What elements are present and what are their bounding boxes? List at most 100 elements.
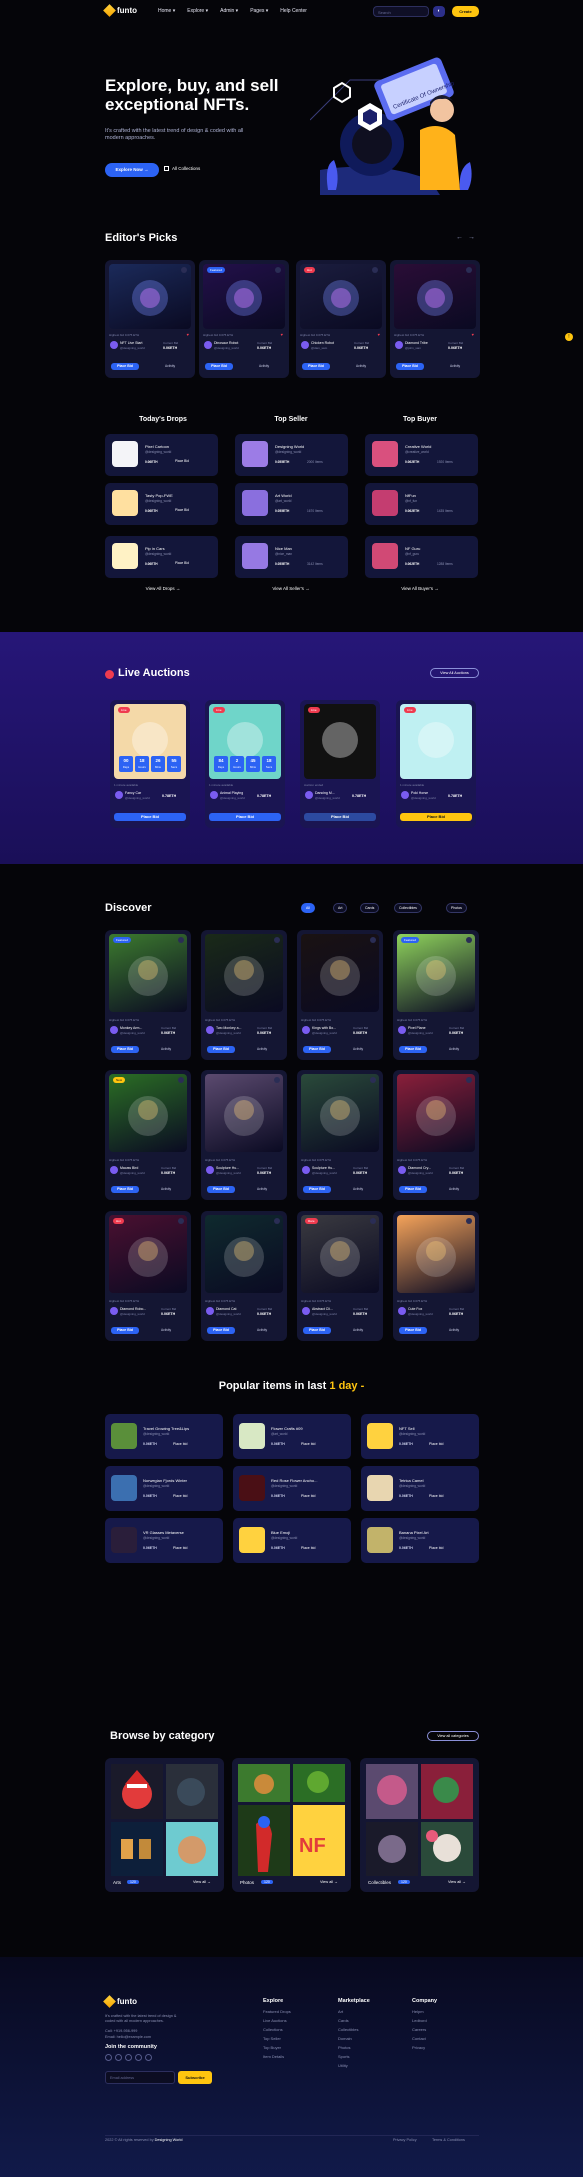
place-bid-link[interactable]: Place Bid <box>175 508 189 512</box>
explore-now-button[interactable]: Explore Now → <box>105 163 159 177</box>
activity-link[interactable]: Activity <box>449 1047 459 1051</box>
twitter-icon[interactable] <box>115 2054 122 2061</box>
activity-link[interactable]: Activity <box>449 1187 459 1191</box>
buyers-row[interactable]: NF Guru @nf_guru 0.062ETH 1288 Items <box>365 536 478 578</box>
nav-pages[interactable]: Pages ▾ <box>250 8 268 14</box>
nav-home[interactable]: Home ▾ <box>158 8 175 14</box>
buyers-row[interactable]: NfFun @nf_fun 0.062ETH 1435 Items <box>365 483 478 525</box>
more-icon[interactable] <box>372 267 378 273</box>
discover-card[interactable]: Rare Highest bid 0.075 ETH Abstract Cli...… <box>297 1211 383 1341</box>
activity-link[interactable]: Activity <box>449 1328 459 1332</box>
auction-card[interactable]: Live 84 Days 2 Hours 45 Mins 18 Secs 1 minute ava… <box>205 700 285 828</box>
activity-link[interactable]: Activity <box>257 1328 267 1332</box>
footer-link[interactable]: Top Buyer <box>263 2045 291 2050</box>
popular-item[interactable]: Travel Growing Tree&Lips @designing_world… <box>105 1414 223 1459</box>
more-icon[interactable] <box>466 1218 472 1224</box>
create-button[interactable]: Create <box>452 6 479 17</box>
more-icon[interactable] <box>370 1077 376 1083</box>
heart-icon[interactable]: ♥ <box>472 332 474 337</box>
view-all-categories-button[interactable]: View all categories <box>427 1731 479 1741</box>
place-bid-button[interactable]: Place Bid <box>304 813 376 821</box>
footer-link[interactable]: Collections <box>263 2027 291 2032</box>
auction-card[interactable]: Live Auction ended Dancing M... @designing_… <box>300 700 380 828</box>
place-bid-button[interactable]: Place Bid <box>114 813 186 821</box>
popular-item[interactable]: Blue Emoji @designing_world 0.06ETH Place b… <box>233 1518 351 1563</box>
place-bid-button[interactable]: Place Bid <box>303 1327 331 1334</box>
more-icon[interactable] <box>370 937 376 943</box>
view-all-auctions-button[interactable]: View All Auctions <box>430 668 479 678</box>
linkedin-icon[interactable] <box>135 2054 142 2061</box>
discover-card[interactable]: Highest bid 0.075 ETH Kings with Bo... @de… <box>297 930 383 1060</box>
discover-card[interactable]: Highest bid 0.075 ETH Cute Fox @designing_… <box>393 1211 479 1341</box>
sellers-row[interactable]: Nice Man @nice_man 0.055ETH 3142 Items <box>235 536 348 578</box>
view-all-sellers-link[interactable]: View All Seller's → <box>243 586 339 591</box>
more-icon[interactable] <box>466 937 472 943</box>
place-bid-button[interactable]: Place Bid <box>207 1327 235 1334</box>
discover-card[interactable]: Hot Highest bid 0.075 ETH Diamond Robo... @… <box>105 1211 191 1341</box>
place-bid-button[interactable]: Place Bid <box>400 813 472 821</box>
footer-link[interactable]: Privacy <box>412 2045 437 2050</box>
place-bid-link[interactable]: Place bid <box>429 1546 443 1550</box>
footer-link[interactable]: Sports <box>338 2054 370 2059</box>
filter-cards[interactable]: Cards <box>360 903 380 913</box>
place-bid-button[interactable]: Place Bid <box>399 1186 427 1193</box>
activity-link[interactable]: Activity <box>259 364 269 368</box>
place-bid-button[interactable]: Place Bid <box>207 1046 235 1053</box>
side-badge-icon[interactable]: ! <box>565 333 573 341</box>
discover-card[interactable]: Featured Highest bid 0.075 ETH Pixel Plane… <box>393 930 479 1060</box>
place-bid-link[interactable]: Place bid <box>301 1546 315 1550</box>
place-bid-button[interactable]: Place Bid <box>111 363 139 370</box>
activity-link[interactable]: Activity <box>165 364 175 368</box>
more-icon[interactable] <box>466 267 472 273</box>
category-card-collectibles[interactable]: Collectibles 120 View all → <box>360 1758 479 1892</box>
facebook-icon[interactable] <box>105 2054 112 2061</box>
footer-link[interactable]: Careers <box>412 2027 437 2032</box>
place-bid-button[interactable]: Place Bid <box>111 1327 139 1334</box>
footer-link[interactable]: Featured Drops <box>263 2009 291 2014</box>
place-bid-link[interactable]: Place bid <box>173 1546 187 1550</box>
more-icon[interactable] <box>178 1218 184 1224</box>
nft-card[interactable]: Hot Highest bid 0.075 ETH ♥ Chicken Robot @d… <box>296 260 386 378</box>
activity-link[interactable]: Activity <box>161 1047 171 1051</box>
popular-item[interactable]: Banana Pixel Art @designing_world 0.06ETH P… <box>361 1518 479 1563</box>
sellers-row[interactable]: Art World @art_world 0.055ETH 1670 Items <box>235 483 348 525</box>
activity-link[interactable]: Activity <box>353 1328 363 1332</box>
place-bid-link[interactable]: Place Bid <box>175 459 189 463</box>
more-icon[interactable] <box>178 937 184 943</box>
place-bid-link[interactable]: Place bid <box>301 1442 315 1446</box>
nft-card[interactable]: Highest bid 0.075 ETH ♥ Diamond Tribe @john… <box>390 260 480 378</box>
category-card-arts[interactable]: Arts 120 View all → <box>105 1758 224 1892</box>
footer-link[interactable]: Helpm <box>412 2009 437 2014</box>
activity-link[interactable]: Activity <box>353 1187 363 1191</box>
instagram-icon[interactable] <box>125 2054 132 2061</box>
popular-item[interactable]: Tetrica Camel @designing_world 0.06ETH Plac… <box>361 1466 479 1511</box>
search-input[interactable]: Search <box>373 6 429 17</box>
more-icon[interactable] <box>274 1218 280 1224</box>
place-bid-button[interactable]: Place Bid <box>209 813 281 821</box>
more-icon[interactable] <box>181 267 187 273</box>
view-all-drops-link[interactable]: View All Drops → <box>115 586 211 591</box>
more-icon[interactable] <box>274 1077 280 1083</box>
popular-item[interactable]: NFT Sell @designing_world 0.06ETH Place bid <box>361 1414 479 1459</box>
drops-row[interactable]: Tasty Pop-FWE @designing_world 0.06ETH Plac… <box>105 483 218 525</box>
place-bid-button[interactable]: Place Bid <box>207 1186 235 1193</box>
footer-link[interactable]: Collectibles <box>338 2027 370 2032</box>
footer-link[interactable]: Ledbord <box>412 2018 437 2023</box>
auction-card[interactable]: Live 1 minute available Poki Horse @designi… <box>396 700 476 828</box>
more-icon[interactable] <box>466 1077 472 1083</box>
carousel-next-icon[interactable]: → <box>468 234 475 241</box>
discover-card[interactable]: Featured Highest bid 0.075 ETH Monkey Arm.… <box>105 930 191 1060</box>
view-all-buyers-link[interactable]: View All Buyer's → <box>372 586 468 591</box>
place-bid-link[interactable]: Place bid <box>173 1494 187 1498</box>
footer-link[interactable]: Photos <box>338 2045 370 2050</box>
footer-link[interactable]: Cards <box>338 2018 370 2023</box>
footer-link[interactable]: Contact <box>412 2036 437 2041</box>
place-bid-button[interactable]: Place Bid <box>303 1186 331 1193</box>
discover-card[interactable]: Highest bid 0.075 ETH Sculpture Hu... @des… <box>201 1070 287 1200</box>
popular-item[interactable]: Flower Crafts #09 @art_world 0.06ETH Place … <box>233 1414 351 1459</box>
place-bid-link[interactable]: Place Bid <box>175 561 189 565</box>
heart-icon[interactable]: ♥ <box>281 332 283 337</box>
popular-item[interactable]: Red Rose Flower Ancho... @designing_world… <box>233 1466 351 1511</box>
place-bid-button[interactable]: Place Bid <box>399 1046 427 1053</box>
place-bid-button[interactable]: Place Bid <box>399 1327 427 1334</box>
